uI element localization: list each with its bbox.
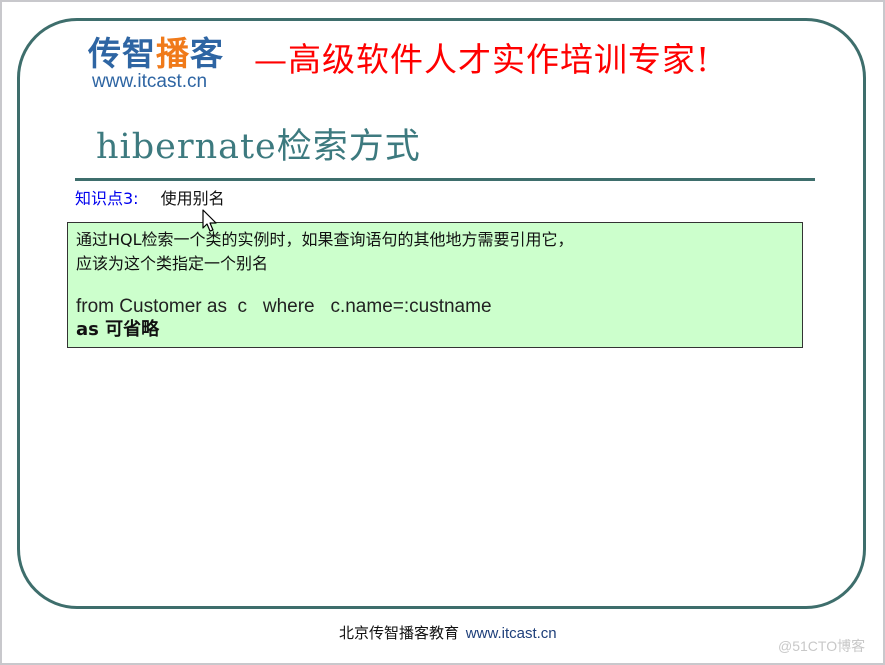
knowledge-point-text: 使用别名 [160, 189, 225, 208]
logo-url: www.itcast.cn [92, 71, 208, 92]
mouse-pointer-icon [202, 209, 218, 237]
title-divider [75, 178, 815, 181]
footer-url: www.itcast.cn [465, 625, 557, 642]
watermark: @51CTO博客 [778, 638, 866, 654]
logo-chinese: 传智播客 [88, 34, 224, 74]
logo-text-1: 传智 [88, 34, 156, 73]
content-box: 通过HQL检索一个类的实例时，如果查询语句的其他地方需要引用它， 应该为这个类指… [67, 222, 803, 348]
knowledge-point-label: 知识点3: [75, 189, 139, 208]
footer-org: 北京传智播客教育 [339, 624, 460, 642]
content-line-2: 应该为这个类指定一个别名 [76, 254, 269, 273]
logo-text-highlight: 播 [156, 34, 190, 73]
content-line-1: 通过HQL检索一个类的实例时，如果查询语句的其他地方需要引用它， [76, 230, 574, 249]
footer: 北京传智播客教育 www.itcast.cn [339, 622, 557, 643]
note-line: as 可省略 [76, 319, 160, 340]
itcast-logo: 传智播客 www.itcast.cn [88, 34, 224, 92]
slide-title: hibernate检索方式 [96, 127, 421, 167]
logo-text-2: 客 [190, 34, 224, 73]
slogan: —高级软件人才实作培训专家! [254, 40, 711, 79]
hql-code-line: from Customer as c where c.name=:custnam… [76, 296, 492, 317]
knowledge-point: 知识点3: 使用别名 [75, 188, 225, 210]
